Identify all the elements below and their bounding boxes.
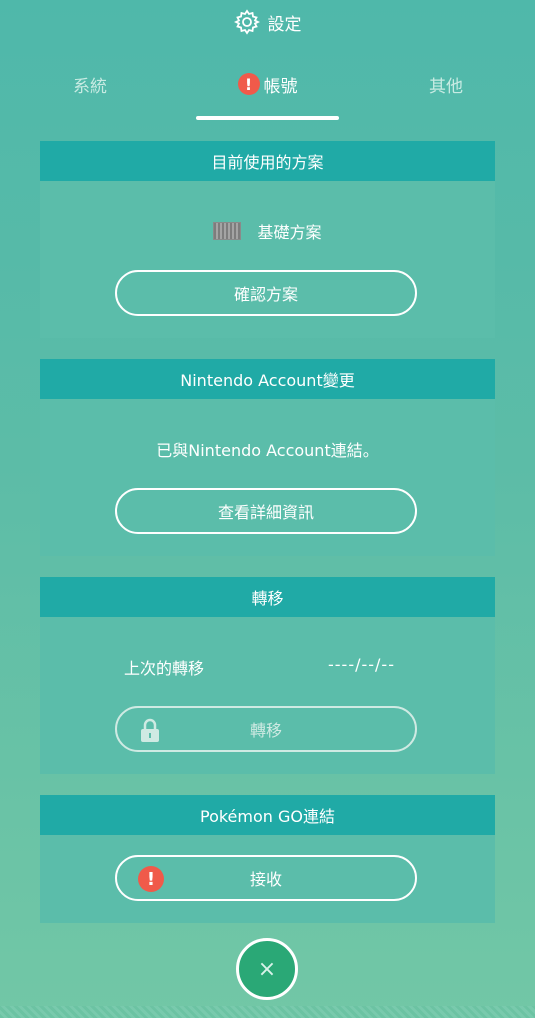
active-tab-indicator [196,116,339,120]
account-link-status: 已與Nintendo Account連結。 [156,441,379,460]
tab-other-label: 其他 [429,76,463,97]
pokemon-go-card: Pokémon GO連結 ! 接收 [40,795,495,923]
close-button[interactable]: × [236,938,298,1000]
last-transfer-label: 上次的轉移 [124,659,205,678]
receive-button[interactable]: ! 接收 [115,855,417,901]
tab-account[interactable]: ! 帳號 [196,62,339,106]
transfer-button-label: 轉移 [249,721,282,740]
alert-icon: ! [138,866,164,892]
view-details-button[interactable]: 查看詳細資訊 [115,488,417,534]
confirm-plan-label: 確認方案 [233,285,298,304]
receive-button-label: 接收 [249,870,282,889]
account-card: Nintendo Account變更 已與Nintendo Account連結。… [40,359,495,556]
tab-account-label: 帳號 [263,76,298,97]
bottom-pattern [0,1006,535,1018]
confirm-plan-button[interactable]: 確認方案 [115,270,417,316]
tab-system[interactable]: 系統 [40,62,140,106]
tab-bar: 系統 ! 帳號 其他 [0,62,535,122]
transfer-button[interactable]: 轉移 [115,706,417,752]
settings-header: 設定 [0,0,535,44]
lock-icon [141,718,159,742]
alert-badge-icon: ! [237,73,260,95]
plan-card: 目前使用的方案 基礎方案 確認方案 [40,141,495,338]
view-details-label: 查看詳細資訊 [217,503,314,522]
transfer-card-title: 轉移 [40,577,495,617]
tab-system-label: 系統 [73,76,107,97]
current-plan: 基礎方案 [40,219,495,243]
pokemon-go-card-title: Pokémon GO連結 [40,795,495,835]
tab-other[interactable]: 其他 [396,62,496,106]
plan-card-title: 目前使用的方案 [40,141,495,181]
close-icon: × [257,956,277,982]
gear-icon [233,9,260,35]
account-card-title: Nintendo Account變更 [40,359,495,399]
transfer-card: 轉移 上次的轉移 ----/--/-- 轉移 [40,577,495,774]
last-transfer-date: ----/--/-- [328,655,395,674]
plan-name: 基礎方案 [257,223,322,242]
page-title: 設定 [267,14,302,35]
plan-card-icon [213,222,242,240]
